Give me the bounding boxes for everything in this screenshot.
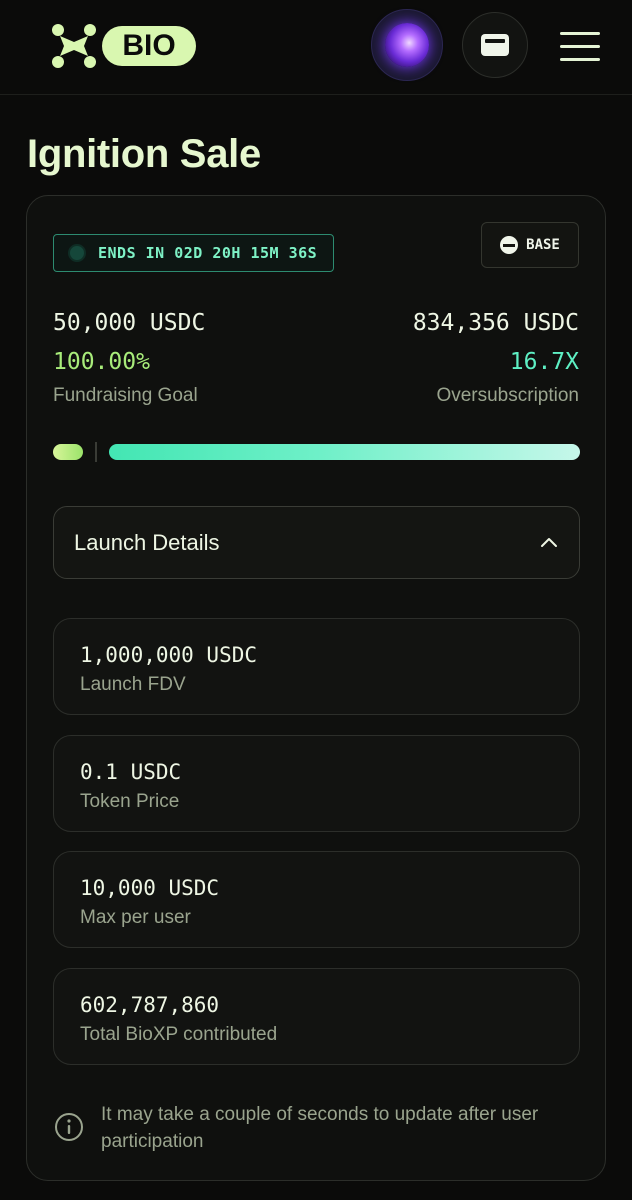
launch-details-title: Launch Details [74, 529, 220, 555]
detail-value: 0.1 USDC [80, 760, 182, 784]
oversubscription-value: 16.7X [509, 349, 579, 375]
info-icon [55, 1113, 83, 1141]
detail-label: Token Price [80, 791, 180, 812]
notice-text: It may take a couple of seconds to updat… [101, 1104, 539, 1152]
top-bar: BIO [0, 0, 632, 95]
wallet-button[interactable] [462, 12, 528, 78]
progress-oversubscription-fill [109, 444, 580, 460]
bio-logo[interactable]: BIO [50, 22, 200, 70]
detail-label: Launch FDV [80, 674, 186, 695]
menu-line [560, 44, 600, 48]
detail-value: 602,787,860 [80, 993, 220, 1017]
detail-card-total-bioxp: 602,787,860 Total BioXP contributed [53, 968, 580, 1065]
detail-label: Max per user [80, 907, 191, 928]
raised-amount: 834,356 USDC [412, 310, 579, 336]
countdown-text: ENDS IN 02D 20H 15M 36S [98, 244, 318, 262]
menu-line [560, 31, 600, 35]
detail-label: Total BioXP contributed [80, 1024, 278, 1045]
status-dot-icon [68, 244, 86, 262]
progress-goal-fill [53, 444, 83, 460]
base-chain-icon [500, 236, 519, 254]
chevron-up-icon [541, 537, 557, 547]
detail-card-max-per-user: 10,000 USDC Max per user [53, 851, 580, 948]
goal-label: Fundraising Goal [53, 385, 198, 406]
countdown-badge: ENDS IN 02D 20H 15M 36S [53, 234, 335, 272]
menu-line [560, 57, 600, 61]
detail-value: 10,000 USDC [80, 876, 220, 900]
sale-card: ENDS IN 02D 20H 15M 36S BASE 50,000 USDC… [26, 195, 606, 1181]
chain-label: BASE [526, 237, 560, 253]
progress-bar [53, 441, 580, 463]
detail-card-token-price: 0.1 USDC Token Price [53, 735, 580, 832]
page: BIO Ignition Sale ENDS IN 02D 20H 15M 36… [0, 0, 632, 1200]
detail-card-launch-fdv: 1,000,000 USDC Launch FDV [53, 618, 580, 715]
avatar [385, 23, 429, 67]
wallet-icon [481, 34, 509, 56]
detail-value: 1,000,000 USDC [80, 643, 258, 667]
avatar-button[interactable] [371, 9, 443, 81]
goal-amount: 50,000 USDC [53, 310, 206, 336]
logo-text: BIO [122, 29, 175, 62]
launch-details-toggle[interactable]: Launch Details [53, 506, 580, 579]
menu-button[interactable] [556, 22, 604, 70]
update-notice: It may take a couple of seconds to updat… [53, 1101, 580, 1155]
chain-badge[interactable]: BASE [481, 222, 579, 268]
page-title: Ignition Sale [27, 132, 261, 176]
goal-percent: 100.00% [53, 349, 150, 375]
oversubscription-label: Oversubscription [436, 385, 579, 406]
progress-divider [95, 442, 97, 462]
